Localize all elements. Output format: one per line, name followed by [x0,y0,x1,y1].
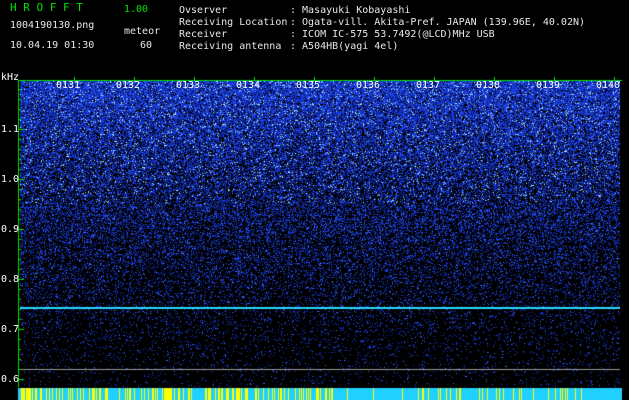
timestamp: 10.04.19 01:30 [10,40,95,51]
antenna-label: Receiving antenna [179,41,282,52]
minute-label: 0138 [476,80,501,91]
receiver-value: : ICOM IC-575 53.7492(@LCD)MHz USB [290,29,495,40]
y-tick-label: 1.1 [1,124,20,135]
location-label: Receiving Location [179,17,288,28]
minute-label: 0134 [236,80,261,91]
observer-label: Ovserver [179,5,228,16]
app-title: H R O F F T [10,1,83,14]
meteor-label: meteor [124,26,161,37]
minute-label: 0139 [536,80,561,91]
receiver-label: Receiver [179,29,228,40]
minute-label: 0133 [176,80,201,91]
app-version: 1.00 [124,4,149,15]
minute-label: 0140 [596,80,621,91]
minute-label: 0135 [296,80,321,91]
y-tick-label: 0.7 [1,324,20,335]
y-axis-unit: kHz [1,72,20,83]
y-tick-label: 0.8 [1,274,20,285]
meteor-count: 60 [140,40,153,51]
y-tick-label: 0.6 [1,374,20,385]
y-tick-label: 1.0 [1,174,20,185]
minute-label: 0132 [116,80,141,91]
spectrogram-canvas [0,0,629,400]
observer-value: : Masayuki Kobayashi [290,5,411,16]
minute-label: 0131 [56,80,81,91]
minute-label: 0136 [356,80,381,91]
antenna-value: : A504HB(yagi 4el) [290,41,399,52]
location-value: : Ogata-vill. Akita-Pref. JAPAN (139.96E… [290,17,586,28]
file-name: 1004190130.png [10,20,95,31]
minute-label: 0137 [416,80,441,91]
y-tick-label: 0.9 [1,224,20,235]
